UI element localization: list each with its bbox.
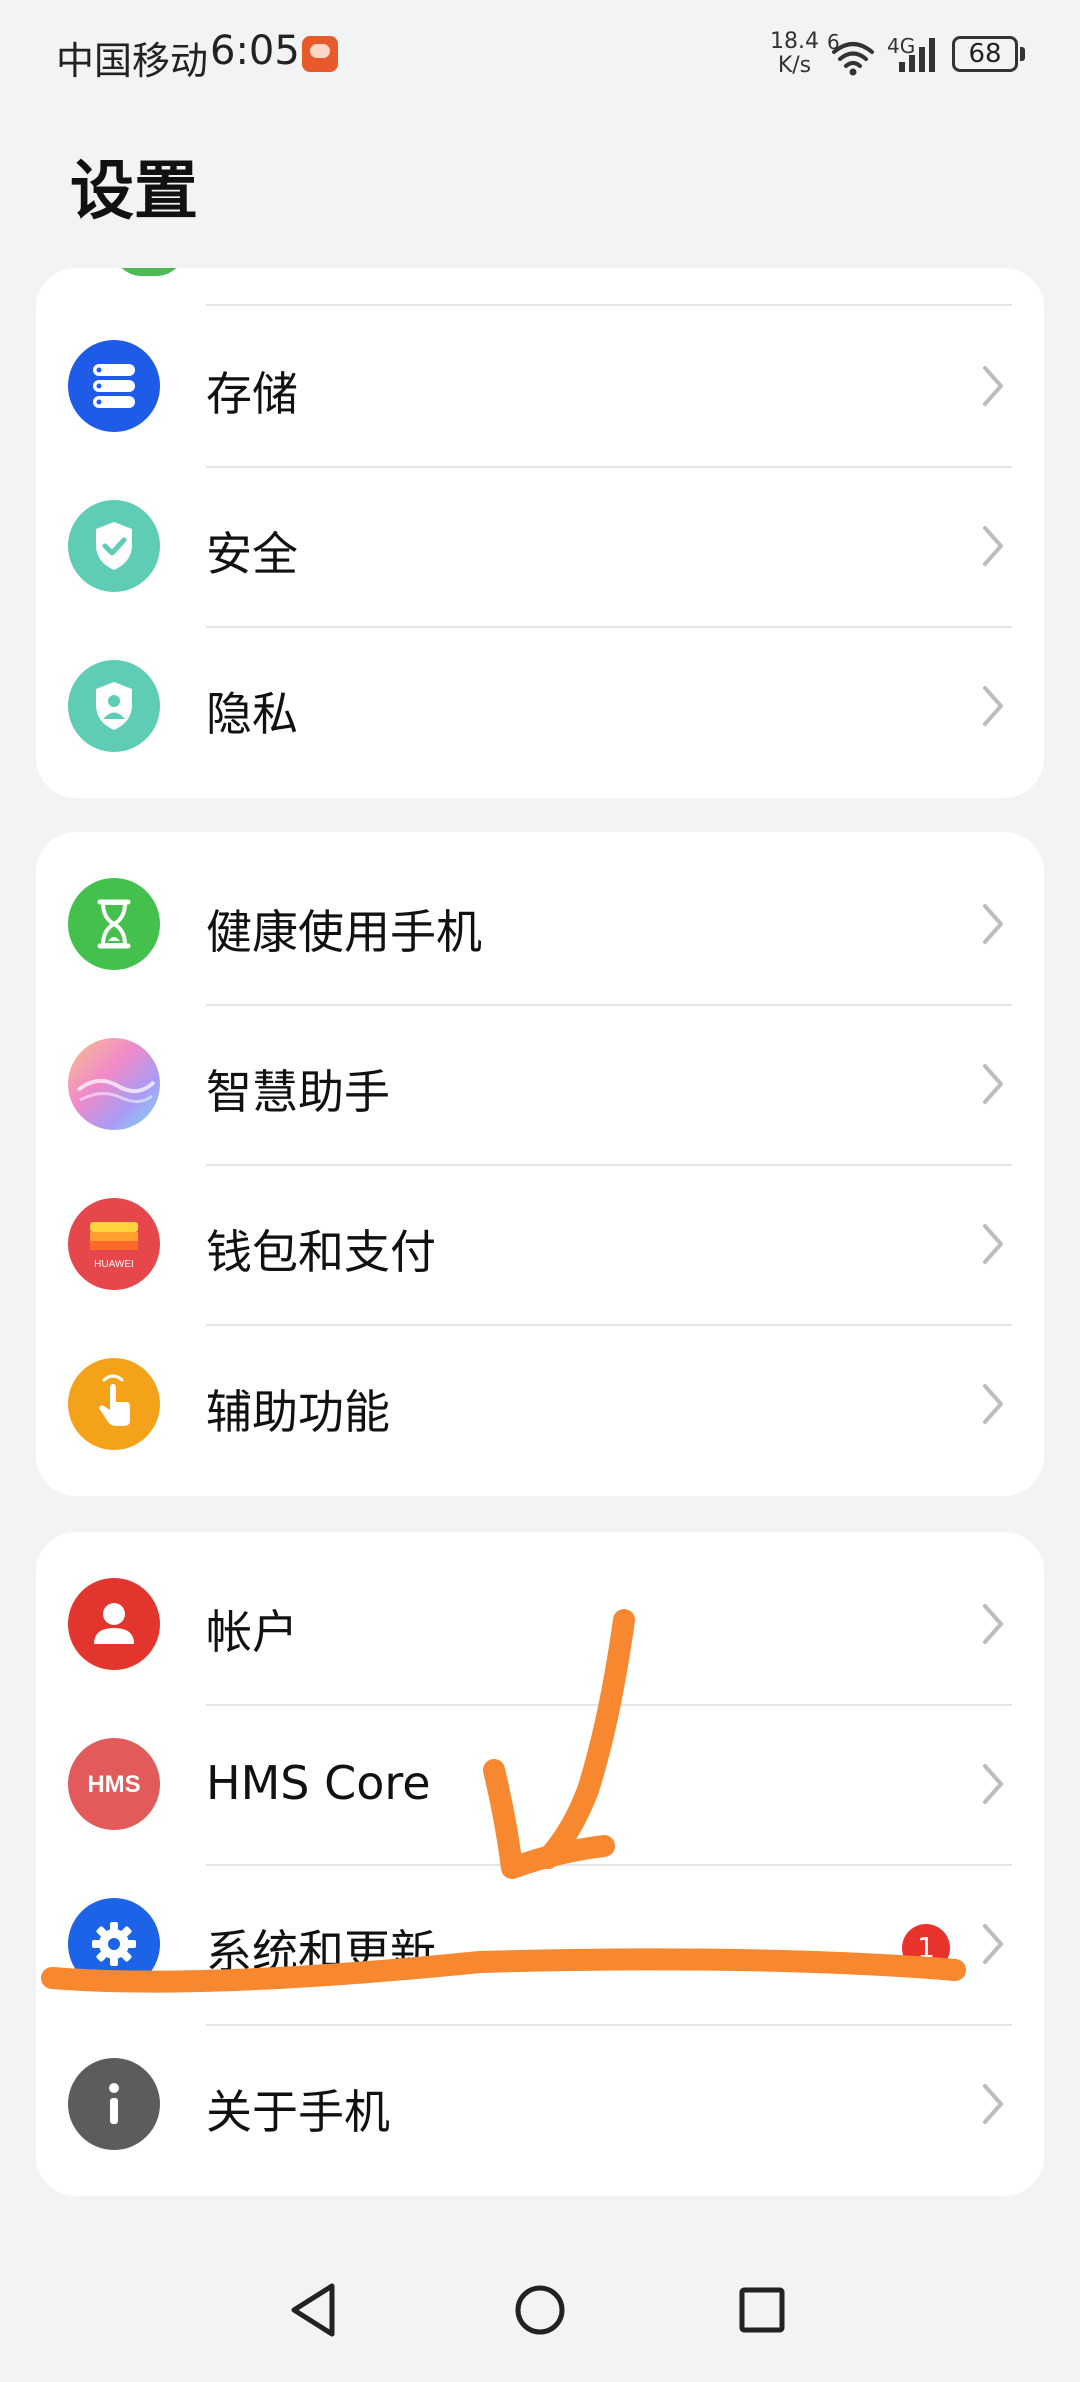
info-icon: [68, 2058, 160, 2150]
settings-item-label: 帐户: [206, 1605, 298, 1659]
chevron-right-icon: [980, 1922, 1006, 1966]
chevron-right-icon: [980, 902, 1006, 946]
settings-item-privacy[interactable]: 隐私: [36, 626, 1044, 786]
divider: [206, 1164, 1012, 1166]
settings-item-about-phone[interactable]: 关于手机: [36, 2024, 1044, 2184]
chevron-right-icon: [980, 364, 1006, 408]
page-title: 设置: [70, 155, 198, 229]
settings-group-2: 健康使用手机 智慧助手 HUAWEI 钱包和支付 辅助功能: [36, 832, 1044, 1496]
system-gear-icon: [68, 1898, 160, 1990]
back-icon[interactable]: [274, 2270, 354, 2350]
settings-item-label: 钱包和支付: [206, 1225, 436, 1279]
battery-tip: [1020, 47, 1025, 61]
settings-item-label: 存储: [206, 367, 298, 421]
clock: 6:05: [210, 28, 300, 74]
chevron-right-icon: [980, 1382, 1006, 1426]
divider: [206, 626, 1012, 628]
wallet-icon-text: HUAWEI: [94, 1259, 134, 1270]
wifi-icon: [830, 38, 876, 76]
settings-item-hms-core[interactable]: HMS HMS Core: [36, 1704, 1044, 1864]
settings-item-label: 辅助功能: [206, 1385, 390, 1439]
scrolled-item-icon: [112, 268, 186, 276]
wallet-icon: HUAWEI: [68, 1198, 160, 1290]
settings-item-label: 安全: [206, 527, 298, 581]
security-shield-icon: [68, 500, 160, 592]
divider: [206, 466, 1012, 468]
network-speed: 18.4 K/s: [770, 30, 819, 78]
divider: [206, 1864, 1012, 1866]
settings-item-label: 系统和更新: [206, 1925, 436, 1979]
settings-item-storage[interactable]: 存储: [36, 306, 1044, 466]
settings-item-system-update[interactable]: 系统和更新 1: [36, 1864, 1044, 2024]
divider: [206, 1704, 1012, 1706]
hms-icon: HMS: [68, 1738, 160, 1830]
chevron-right-icon: [980, 1602, 1006, 1646]
settings-item-label: 关于手机: [206, 2085, 390, 2139]
settings-item-accessibility[interactable]: 辅助功能: [36, 1324, 1044, 1484]
chevron-right-icon: [980, 1222, 1006, 1266]
divider: [206, 1004, 1012, 1006]
settings-item-smart-assistant[interactable]: 智慧助手: [36, 1004, 1044, 1164]
signal-strength-icon: [895, 34, 941, 74]
notification-app-icon: [302, 36, 338, 72]
chevron-right-icon: [980, 1762, 1006, 1806]
status-bar: 中国移动 6:05 18.4 K/s 6 4G 68: [0, 0, 1080, 110]
chevron-right-icon: [980, 2082, 1006, 2126]
navigation-bar: [0, 2270, 1080, 2382]
hourglass-icon: [68, 878, 160, 970]
smart-assistant-icon: [68, 1038, 160, 1130]
network-speed-unit: K/s: [777, 53, 812, 78]
network-speed-value: 18.4: [770, 29, 819, 54]
account-icon: [68, 1578, 160, 1670]
accessibility-hand-icon: [68, 1358, 160, 1450]
chevron-right-icon: [980, 684, 1006, 728]
settings-item-label: 智慧助手: [206, 1065, 390, 1119]
settings-group-3: 帐户 HMS HMS Core 系统和更新 1 关于手机: [36, 1532, 1044, 2196]
recents-icon[interactable]: [722, 2270, 802, 2350]
settings-group-1: 存储 安全 隐私: [36, 268, 1044, 798]
battery-indicator: 68: [952, 36, 1018, 72]
chevron-right-icon: [980, 1062, 1006, 1106]
carrier-label: 中国移动: [56, 39, 209, 83]
update-badge: 1: [902, 1924, 950, 1972]
settings-item-account[interactable]: 帐户: [36, 1544, 1044, 1704]
settings-item-security[interactable]: 安全: [36, 466, 1044, 626]
hms-icon-text: HMS: [87, 1771, 140, 1798]
settings-item-label: HMS Core: [206, 1756, 431, 1810]
settings-item-label: 隐私: [206, 687, 298, 741]
settings-item-wallet[interactable]: HUAWEI 钱包和支付: [36, 1164, 1044, 1324]
storage-icon: [68, 340, 160, 432]
divider: [206, 2024, 1012, 2026]
settings-item-digital-balance[interactable]: 健康使用手机: [36, 844, 1044, 1004]
privacy-shield-icon: [68, 660, 160, 752]
settings-item-label: 健康使用手机: [206, 905, 482, 959]
home-icon[interactable]: [500, 2270, 580, 2350]
divider: [206, 1324, 1012, 1326]
chevron-right-icon: [980, 524, 1006, 568]
